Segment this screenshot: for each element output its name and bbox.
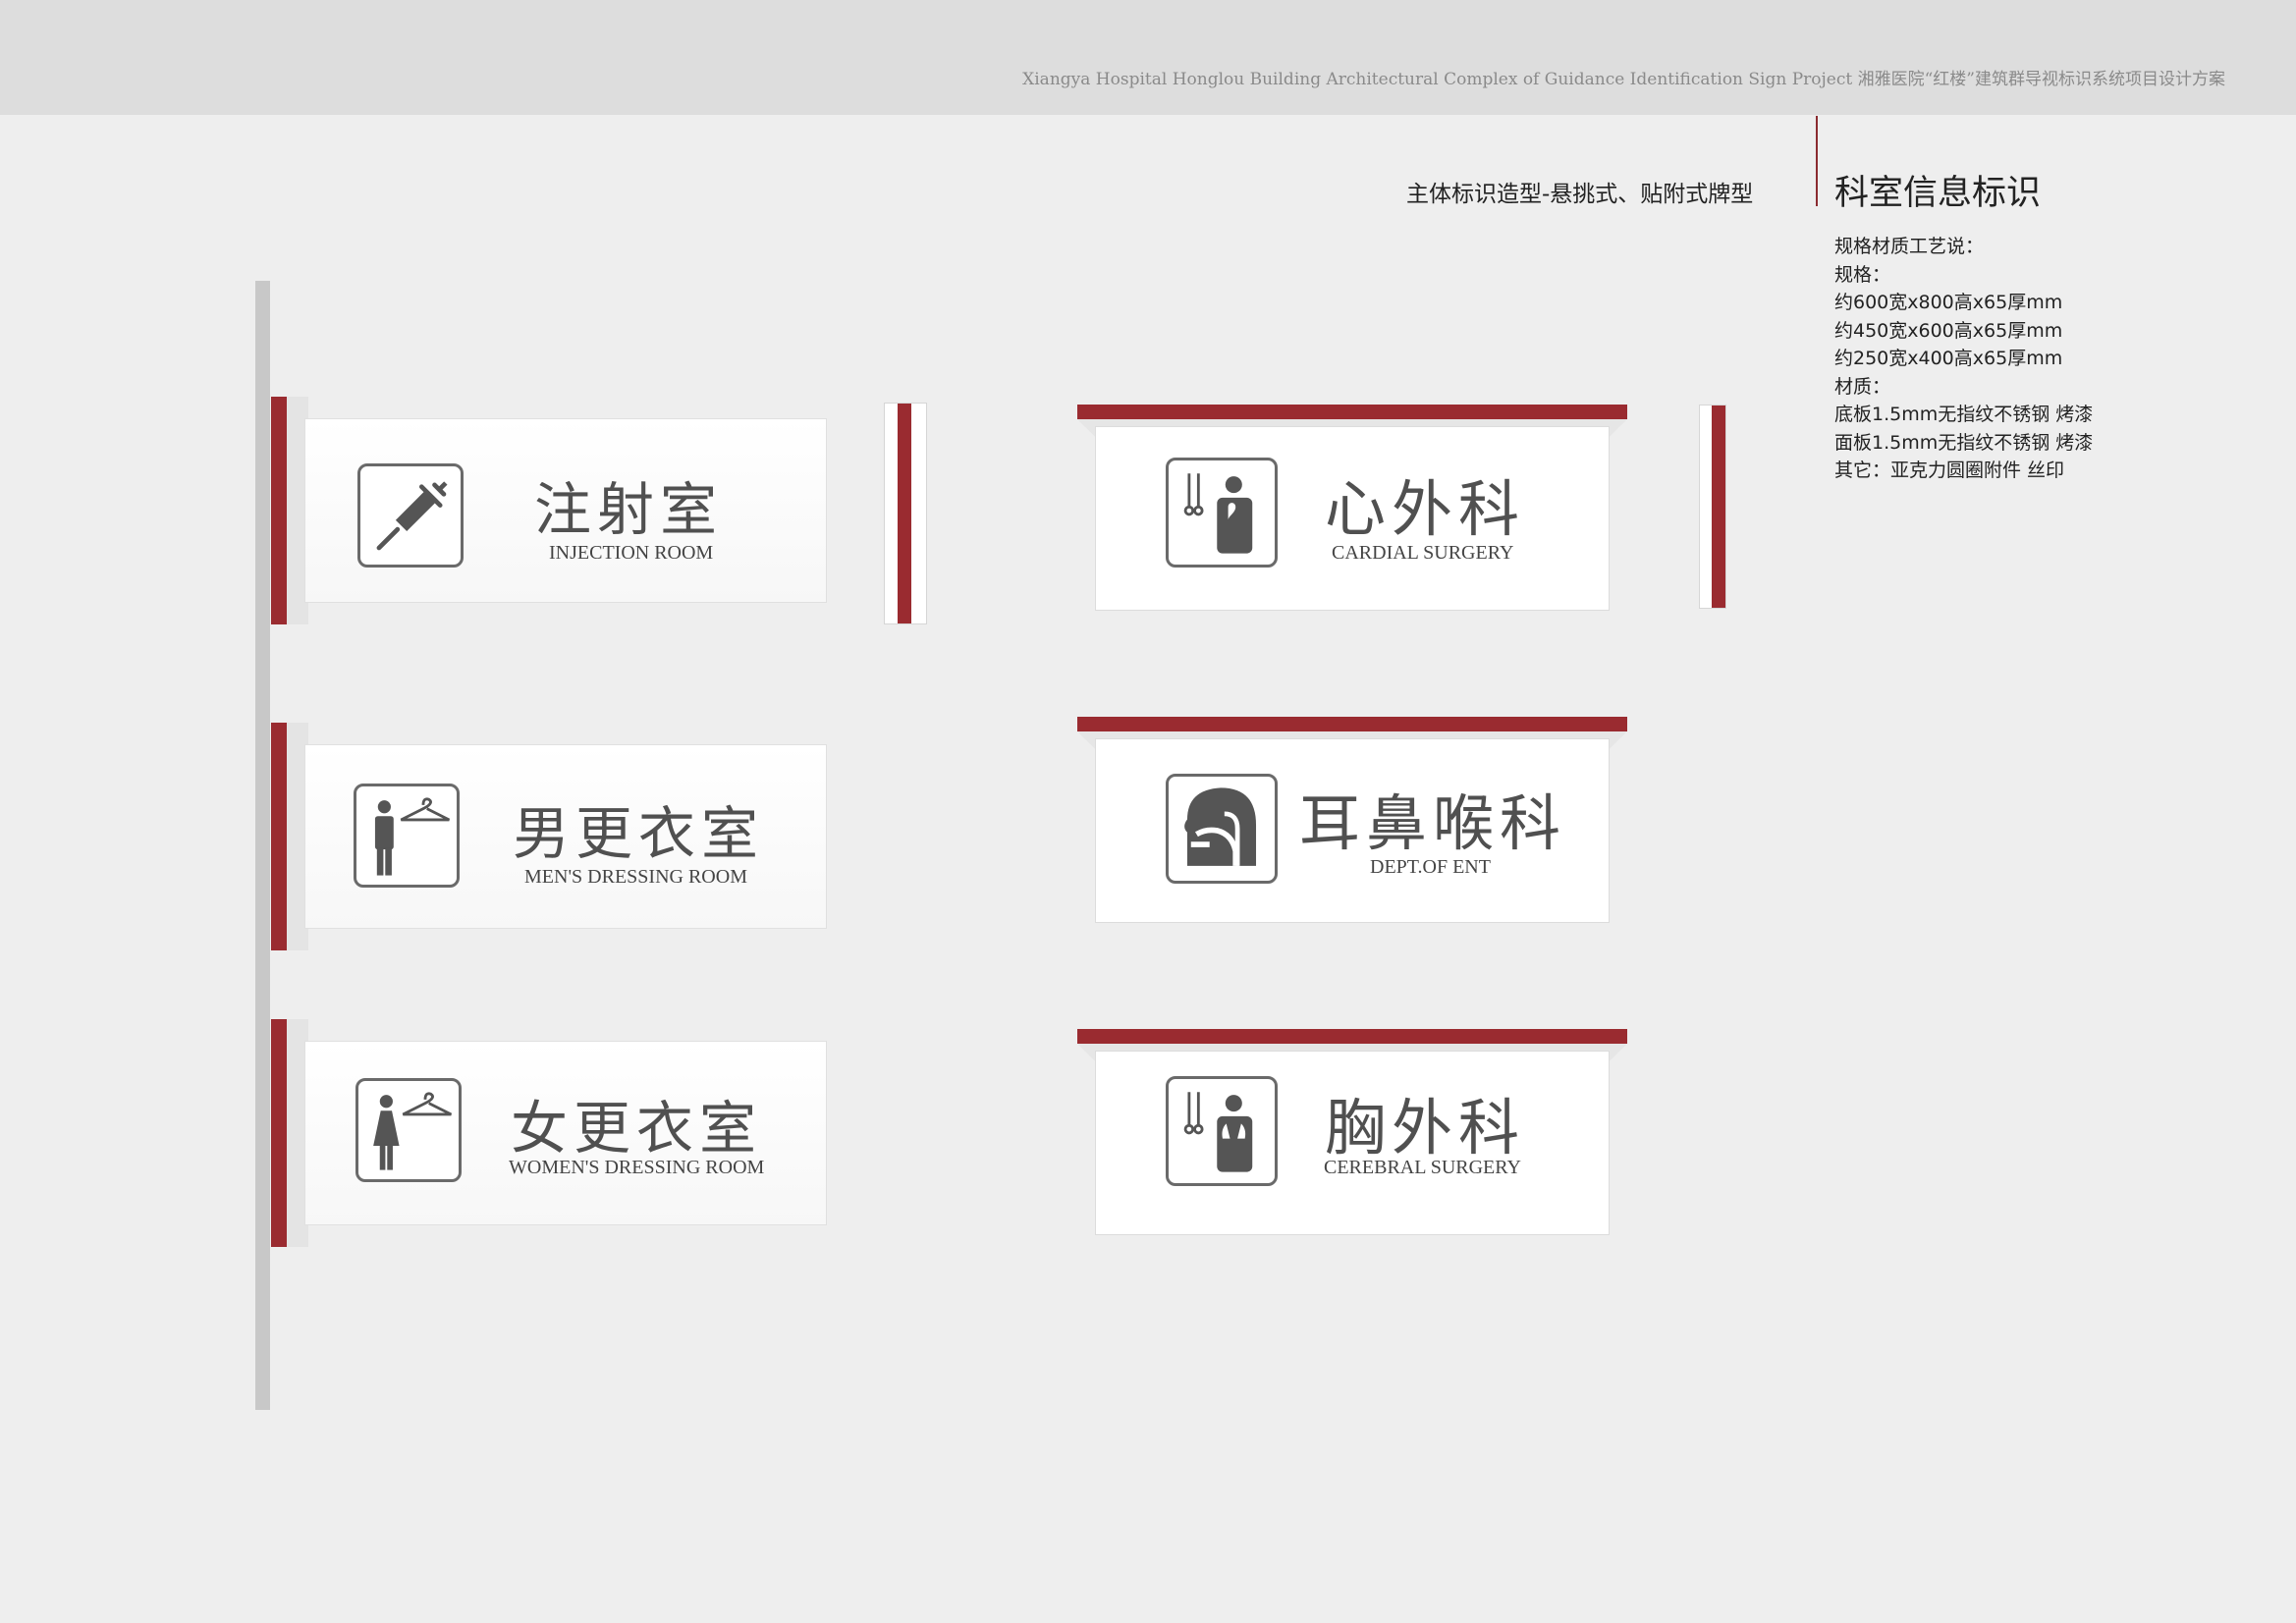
sign-en-label: CARDIAL SURGERY xyxy=(1332,542,1514,564)
spec-line: 底板1.5mm无指纹不锈钢 烤漆 xyxy=(1834,404,2094,425)
woman-hanger-icon xyxy=(355,1078,462,1182)
sign-cn-label: 心外科 xyxy=(1325,473,1526,545)
sign-en-label: WOMEN'S DRESSING ROOM xyxy=(509,1157,765,1178)
hanging-sign-cardial: 心外科 CARDIAL SURGERY xyxy=(1077,405,1627,611)
spec-line: 规格材质工艺说： xyxy=(1834,236,1985,257)
header-bar xyxy=(0,0,2296,115)
sign-red-bar xyxy=(1077,1029,1627,1044)
page-subtitle: 主体标识造型-悬挑式、贴附式牌型 xyxy=(1406,182,1754,207)
sign-cn-label: 胸外科 xyxy=(1325,1092,1526,1163)
spec-list: 规格材质工艺说： 规格： 约600宽x800高x65厚mm 约450宽x600高… xyxy=(1834,233,2247,485)
sign-red-edge xyxy=(271,397,287,624)
spec-line: 约450宽x600高x65厚mm xyxy=(1834,319,2063,342)
spec-line: 其它：亚克力圆圈附件 丝印 xyxy=(1834,460,2065,481)
sign-red-bar xyxy=(1077,405,1627,419)
sign-cn-label: 耳鼻喉科 xyxy=(1299,787,1567,859)
sign-en-label: CEREBRAL SURGERY xyxy=(1324,1157,1521,1178)
sign-cn-label: 女更衣室 xyxy=(511,1095,763,1162)
ent-head-icon xyxy=(1166,774,1278,884)
sign-red-bar xyxy=(1077,717,1627,731)
spec-line: 规格： xyxy=(1834,263,1891,286)
man-hanger-icon xyxy=(354,784,460,888)
spec-line: 约250宽x400高x65厚mm xyxy=(1834,348,2063,369)
sign-side-view xyxy=(1699,405,1726,609)
sign-en-label: DEPT.OF ENT xyxy=(1370,856,1491,878)
heart-surgeon-icon xyxy=(1166,458,1278,568)
syringe-icon xyxy=(357,463,464,568)
hanging-sign-chest: 胸外科 CEREBRAL SURGERY xyxy=(1077,1029,1627,1235)
spec-line: 约600宽x800高x65厚mm xyxy=(1834,292,2063,313)
wall-pole xyxy=(255,281,270,1410)
sign-red-edge xyxy=(271,1019,287,1247)
flag-sign-womens-dressing: 女更衣室 WOMEN'S DRESSING ROOM xyxy=(271,1019,827,1247)
sign-cn-label: 注射室 xyxy=(534,476,724,543)
sign-red-edge xyxy=(271,723,287,950)
spec-line: 材质： xyxy=(1834,375,1891,398)
lung-surgeon-icon xyxy=(1166,1076,1278,1186)
project-title: Xiangya Hospital Honglou Building Archit… xyxy=(1022,70,2225,89)
title-divider xyxy=(1816,116,1818,206)
spec-line: 面板1.5mm无指纹不锈钢 烤漆 xyxy=(1834,431,2094,454)
hanging-sign-ent: 耳鼻喉科 DEPT.OF ENT xyxy=(1077,717,1627,923)
flag-sign-mens-dressing: 男更衣室 MEN'S DRESSING ROOM xyxy=(271,723,827,950)
sign-en-label: INJECTION ROOM xyxy=(549,542,714,564)
flag-sign-injection: 注射室 INJECTION ROOM xyxy=(271,397,827,624)
sign-cn-label: 男更衣室 xyxy=(513,800,765,867)
sign-side-view xyxy=(884,403,927,624)
section-title: 科室信息标识 xyxy=(1834,174,2042,213)
sign-en-label: MEN'S DRESSING ROOM xyxy=(524,866,747,888)
